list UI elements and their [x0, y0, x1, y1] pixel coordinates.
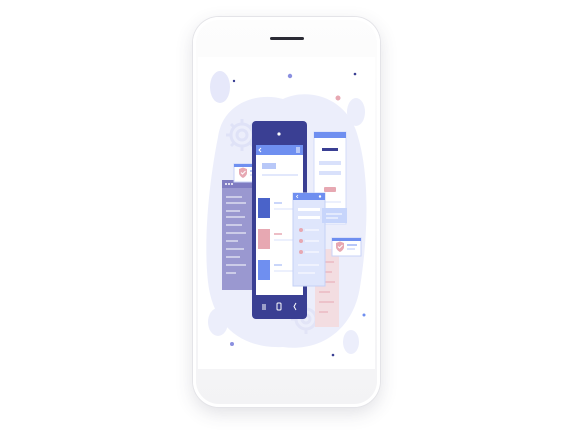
decor-dot [331, 353, 335, 357]
security-card-right [331, 237, 362, 257]
decor-dot [230, 342, 234, 346]
phone-speaker [270, 37, 304, 40]
decor-dot [335, 95, 341, 101]
decor-dot [232, 79, 236, 83]
decor-dot [287, 73, 293, 79]
side-panel-left [222, 180, 254, 290]
background-blob-small [208, 308, 228, 336]
list-card [292, 192, 326, 287]
background-blob-small [347, 98, 365, 126]
decor-dot [353, 72, 357, 76]
background-blob-small [210, 71, 230, 103]
app-illustration [206, 71, 367, 357]
lower-right-card [322, 208, 347, 223]
background-blob-small [343, 330, 359, 354]
decor-dot [362, 313, 366, 317]
phone-screen [198, 57, 375, 369]
